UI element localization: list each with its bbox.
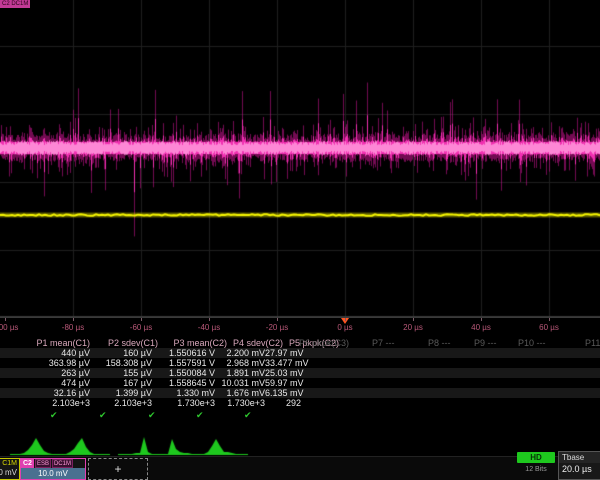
timebase-axis: -100 µs -80 µs -60 µs -40 µs -20 µs 0 µs 20 µs…	[0, 317, 600, 336]
parameter-header-unused[interactable]: P7 ---	[372, 338, 395, 348]
measurement-value: 59.97 mV	[265, 378, 301, 388]
waveform-grid-display[interactable]	[0, 0, 600, 317]
measurement-value: 1.550084 V	[152, 368, 215, 378]
table-row: 2.103e+32.103e+31.730e+31.730e+3292	[0, 398, 600, 408]
measurement-value: 1.557591 V	[152, 358, 215, 368]
parameter-header-unused[interactable]: P6 pkpk(C3)	[299, 338, 349, 348]
measurement-value: 1.730e+3	[215, 398, 265, 408]
parameter-header[interactable]: P1 mean(C1)	[0, 338, 96, 348]
parameter-header-unused[interactable]: P11	[585, 338, 600, 348]
measurement-value: 1.558645 V	[152, 378, 215, 388]
axis-tick-label: 20 µs	[403, 323, 423, 332]
parameter-header[interactable]: P3 mean(C2)	[164, 338, 233, 348]
parameter-header[interactable]: P4 sdev(C2)	[233, 338, 289, 348]
measurement-value: 1.550616 V	[152, 348, 215, 358]
histicon-strip	[0, 432, 600, 456]
status-check-icon: ✔	[148, 410, 156, 421]
measurement-value: 158.308 µV	[90, 358, 152, 368]
measurement-value: 2.103e+3	[0, 398, 90, 408]
axis-tick-label: 40 µs	[471, 323, 491, 332]
c2-filter-badge: ESB	[35, 459, 51, 468]
measurement-value: 6.135 mV	[265, 388, 301, 398]
axis-tick	[141, 318, 142, 321]
timebase-scale-value: 20.0 µs	[559, 463, 600, 476]
channel-c2-box[interactable]: C2 ESB DC1M 10.0 mV	[20, 458, 86, 480]
measurement-value: 474 µV	[0, 378, 90, 388]
hd-mode-badge[interactable]: HD	[517, 452, 555, 463]
c2-scale-value: 10.0 mV	[21, 468, 85, 479]
parameter-header-unused[interactable]: P9 ---	[474, 338, 497, 348]
axis-tick-label: -80 µs	[62, 323, 84, 332]
measurement-value: 25.03 mV	[265, 368, 301, 378]
table-row: 32.16 µV1.399 µV1.330 mV1.676 mV6.135 mV	[0, 388, 600, 398]
oscilloscope-screen: C2 DC1M -100 µs -80 µs -60 µs -40 µs -20 µs 0…	[0, 0, 600, 480]
axis-tick	[345, 318, 346, 321]
channel-c1-box[interactable]: C1M 0 mV	[0, 458, 20, 480]
axis-tick-label: -100 µs	[0, 323, 18, 332]
measurement-table: P1 mean(C1)P2 sdev(C1)P3 mean(C2)P4 sdev…	[0, 338, 600, 422]
status-check-icon: ✔	[99, 410, 107, 421]
axis-tick	[209, 318, 210, 321]
measurement-value: 263 µV	[0, 368, 90, 378]
parameter-header[interactable]: P2 sdev(C1)	[96, 338, 164, 348]
measurement-value: 2.103e+3	[90, 398, 152, 408]
parameter-header-unused[interactable]: P8 ---	[428, 338, 451, 348]
axis-tick	[549, 318, 550, 321]
measurement-value: 32.16 µV	[0, 388, 90, 398]
c1-scale-value: 0 mV	[0, 468, 19, 478]
axis-tick-label: 60 µs	[539, 323, 559, 332]
channel-descriptor-bar: C1M 0 mV C2 ESB DC1M 10.0 mV +	[0, 456, 600, 480]
c2-name-badge: C2	[21, 459, 34, 468]
table-header-row: P1 mean(C1)P2 sdev(C1)P3 mean(C2)P4 sdev…	[0, 338, 600, 348]
status-check-icon: ✔	[244, 410, 252, 421]
parameter-header-unused[interactable]: P10 ---	[518, 338, 546, 348]
axis-tick-label: -40 µs	[198, 323, 220, 332]
table-row: 440 µV160 µV1.550616 V2.200 mV27.97 mV	[0, 348, 600, 358]
measurement-value: 2.968 mV	[215, 358, 265, 368]
axis-tick	[73, 318, 74, 321]
hd-bits-label: 12 Bits	[517, 466, 555, 473]
measurement-value: 1.676 mV	[215, 388, 265, 398]
table-row: 474 µV167 µV1.558645 V10.031 mV59.97 mV	[0, 378, 600, 388]
axis-tick-label: -20 µs	[266, 323, 288, 332]
measurement-value: 10.031 mV	[215, 378, 265, 388]
c2-coupling-badge: DC1M	[52, 459, 73, 468]
measurement-value: 167 µV	[90, 378, 152, 388]
status-check-icon: ✔	[196, 410, 204, 421]
axis-tick	[277, 318, 278, 321]
measurement-value: 33.477 mV	[265, 358, 301, 368]
table-row: 263 µV155 µV1.550084 V1.891 mV25.03 mV	[0, 368, 600, 378]
axis-tick-label: -60 µs	[130, 323, 152, 332]
measurement-value: 1.399 µV	[90, 388, 152, 398]
measurement-value: 363.98 µV	[0, 358, 90, 368]
status-check-icon: ✔	[50, 410, 58, 421]
measurement-value: 440 µV	[0, 348, 90, 358]
measurement-value: 1.330 mV	[152, 388, 215, 398]
table-row: 363.98 µV158.308 µV1.557591 V2.968 mV33.…	[0, 358, 600, 368]
c2-header: C2 ESB DC1M	[21, 459, 85, 468]
axis-tick	[413, 318, 414, 321]
measurement-value: 292	[265, 398, 301, 408]
measurement-value: 27.97 mV	[265, 348, 301, 358]
measurement-value: 2.200 mV	[215, 348, 265, 358]
axis-tick-label: 0 µs	[337, 323, 352, 332]
measurement-value: 1.730e+3	[152, 398, 215, 408]
measurement-value: 155 µV	[90, 368, 152, 378]
measurement-value: 160 µV	[90, 348, 152, 358]
trace-label: C2 DC1M	[0, 0, 30, 8]
axis-tick	[481, 318, 482, 321]
measurement-value: 1.891 mV	[215, 368, 265, 378]
axis-tick	[5, 318, 6, 321]
timebase-title: Tbase	[559, 452, 600, 463]
status-row: ✔ ✔ ✔ ✔ ✔	[0, 410, 600, 422]
c1-coupling-label: C1M	[0, 459, 19, 468]
add-channel-button[interactable]: +	[88, 458, 148, 480]
timebase-box[interactable]: Tbase 20.0 µs	[558, 451, 600, 480]
